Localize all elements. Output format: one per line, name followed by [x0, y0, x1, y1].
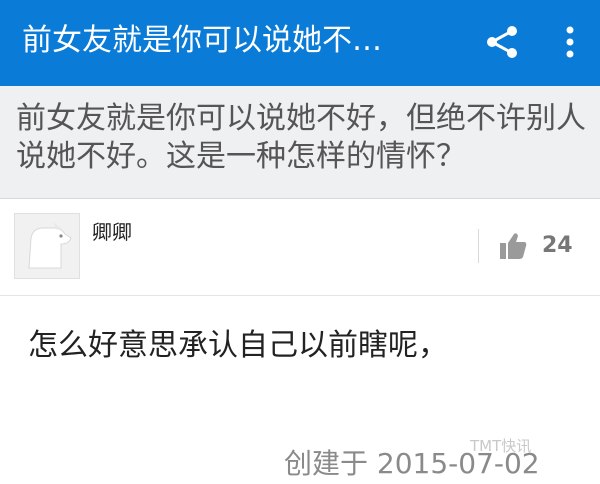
share-icon[interactable]: [482, 22, 522, 62]
author-name[interactable]: 卿卿: [92, 219, 132, 245]
dog-avatar-icon: [28, 222, 72, 269]
question-header[interactable]: 前女友就是你可以说她不好，但绝不许别人说她不好。这是一种怎样的情怀？: [0, 86, 600, 199]
app-bar: 前女友就是你可以说她不…: [0, 0, 600, 86]
avatar[interactable]: [14, 213, 80, 279]
answer-content: 怎么好意思承认自己以前瞎呢，: [28, 328, 448, 363]
watermark-text: TMT快讯: [470, 437, 532, 455]
question-title: 前女友就是你可以说她不好，但绝不许别人说她不好。这是一种怎样的情怀？: [16, 101, 586, 174]
answer-author-bar: 卿卿 24: [0, 199, 600, 296]
page-title: 前女友就是你可以说她不…: [22, 23, 382, 58]
more-vertical-icon[interactable]: [556, 22, 584, 62]
like-count: 24: [542, 233, 573, 258]
thumbs-up-icon[interactable]: [498, 231, 528, 261]
divider: [478, 229, 479, 263]
